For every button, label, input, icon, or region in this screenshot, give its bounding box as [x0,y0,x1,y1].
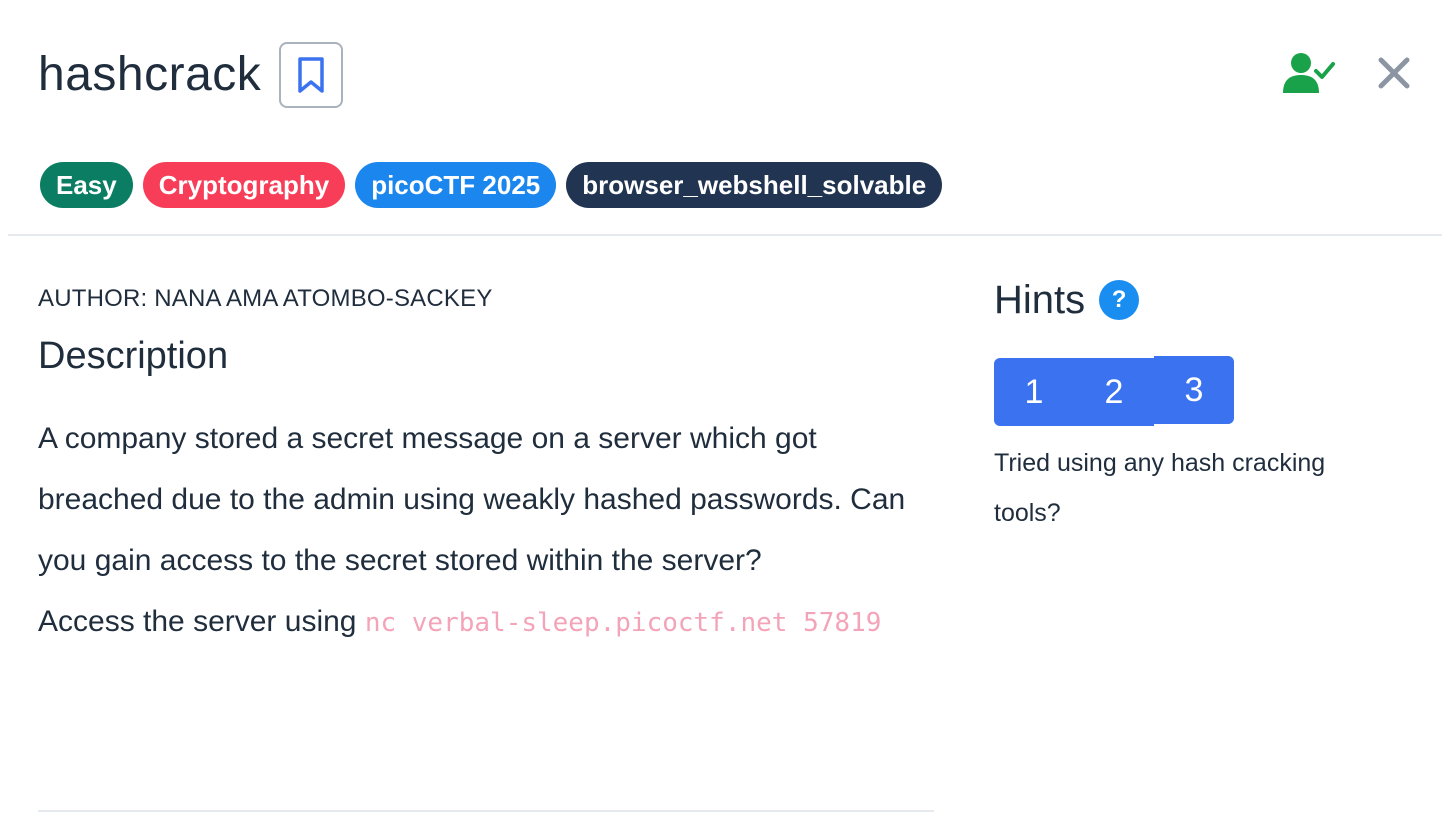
challenge-modal: hashcrack Easy Cryptography picoCTF 2025… [0,0,1450,840]
tag-difficulty[interactable]: Easy [40,162,133,208]
hint-tabs: 1 2 3 [994,356,1414,428]
access-command[interactable]: nc verbal-sleep.picoctf.net 57819 [365,608,882,638]
challenge-title: hashcrack [38,48,262,101]
close-icon [1378,57,1410,89]
tag-list: Easy Cryptography picoCTF 2025 browser_w… [40,162,943,208]
description-text: A company stored a secret message on a s… [38,422,906,577]
hints-header: Hints ? [994,276,1414,324]
hint-content: Tried using any hash cracking tools? [994,449,1326,527]
tag-event[interactable]: picoCTF 2025 [355,162,557,208]
hint-tab-1[interactable]: 1 [994,358,1074,426]
modal-header: hashcrack [38,42,344,108]
user-check-icon [1282,48,1338,98]
author-label: AUTHOR: NANA AMA ATOMBO-SACKEY [38,285,493,312]
tag-category[interactable]: Cryptography [142,162,346,208]
header-divider [8,234,1442,236]
close-button[interactable] [1374,51,1414,95]
description-body: A company stored a secret message on a s… [38,408,928,654]
hint-tab-2[interactable]: 2 [1074,358,1154,426]
bookmark-button[interactable] [279,42,344,108]
hint-tab-3[interactable]: 3 [1154,356,1234,424]
content-divider [38,810,934,812]
tag-solvable[interactable]: browser_webshell_solvable [566,162,943,208]
hints-panel: Hints ? 1 2 3 Tried using any hash crack… [994,276,1414,538]
challenge-details: AUTHOR: NANA AMA ATOMBO-SACKEY Descripti… [38,284,934,654]
hints-title: Hints [994,278,1086,322]
header-actions [1282,48,1414,98]
question-circle-icon[interactable]: ? [1099,280,1140,320]
access-prefix: Access the server using [38,605,365,638]
description-heading: Description [38,335,229,377]
bookmark-icon [298,57,325,93]
